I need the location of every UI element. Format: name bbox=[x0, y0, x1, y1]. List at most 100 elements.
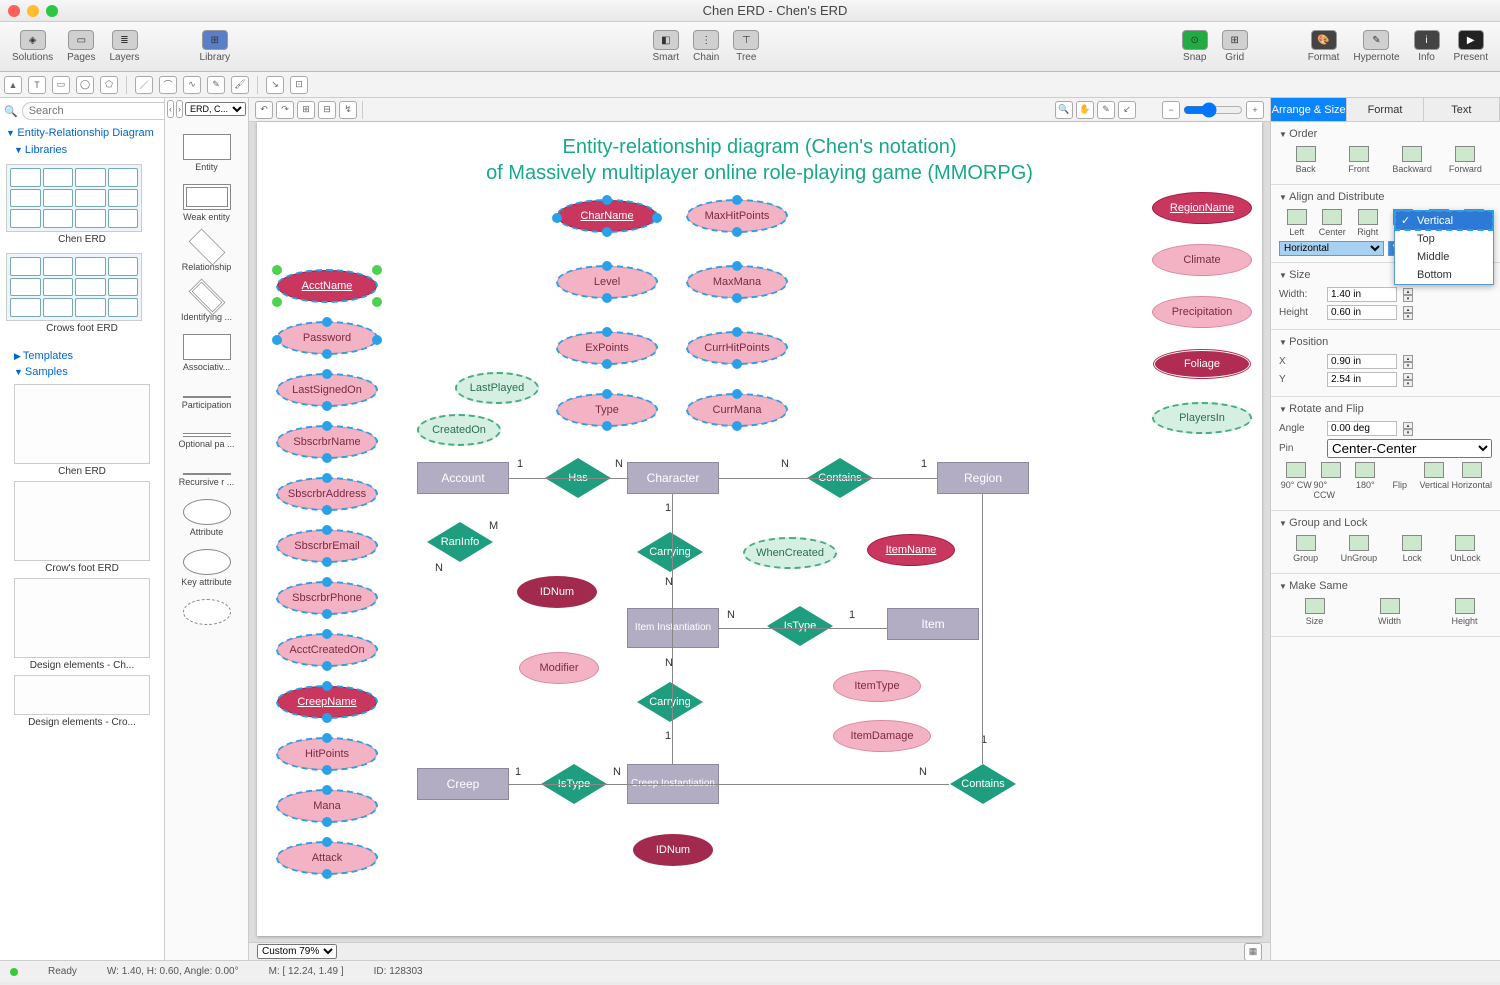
sb-heading-erd[interactable]: Entity-Relationship Diagram bbox=[0, 124, 164, 142]
spline-tool[interactable]: ∿ bbox=[183, 76, 201, 94]
undo-icon[interactable]: ↶ bbox=[255, 101, 273, 119]
tab-format[interactable]: Format bbox=[1347, 98, 1423, 121]
order-backward[interactable]: Backward bbox=[1386, 146, 1439, 174]
connector-tool[interactable]: ↘ bbox=[266, 76, 284, 94]
align-right[interactable]: Right bbox=[1350, 209, 1386, 237]
rel-istype-mid[interactable]: IsType bbox=[767, 606, 833, 646]
sec-group-head[interactable]: Group and Lock bbox=[1279, 517, 1492, 529]
attr-createdon[interactable]: CreatedOn bbox=[417, 414, 501, 446]
attr-sbscrbremail[interactable]: SbscrbrEmail bbox=[277, 530, 377, 562]
attr-maxhitpoints[interactable]: MaxHitPoints bbox=[687, 200, 787, 232]
dd-top[interactable]: Top bbox=[1395, 230, 1493, 248]
tb-format[interactable]: 🎨Format bbox=[1302, 28, 1346, 65]
close-icon[interactable] bbox=[8, 5, 20, 17]
sec-align-head[interactable]: Align and Distribute bbox=[1279, 191, 1492, 203]
shape-optional[interactable]: Optional pa ... bbox=[165, 416, 248, 455]
btn-group[interactable]: Group bbox=[1279, 535, 1332, 563]
rot-90ccw[interactable]: 90° CCW bbox=[1314, 462, 1349, 500]
tb-solutions[interactable]: ◈Solutions bbox=[6, 28, 59, 65]
input-height[interactable] bbox=[1327, 305, 1397, 320]
attr-mana[interactable]: Mana bbox=[277, 790, 377, 822]
attr-regionname[interactable]: RegionName bbox=[1152, 192, 1252, 224]
attr-creepname[interactable]: CreepName bbox=[277, 686, 377, 718]
prev-lib[interactable]: ‹ bbox=[167, 100, 174, 118]
input-width[interactable] bbox=[1327, 287, 1397, 302]
attr-climate[interactable]: Climate bbox=[1152, 244, 1252, 276]
tb-smart[interactable]: ◧Smart bbox=[647, 28, 686, 65]
drawing-canvas[interactable]: Entity-relationship diagram (Chen's nota… bbox=[257, 122, 1262, 936]
attr-sbscrbrname[interactable]: SbscrbrName bbox=[277, 426, 377, 458]
attr-password[interactable]: Password bbox=[277, 322, 377, 354]
align-center[interactable]: Center bbox=[1315, 209, 1351, 237]
attr-idnum-top[interactable]: IDNum bbox=[517, 576, 597, 608]
sec-order-head[interactable]: Order bbox=[1279, 128, 1492, 140]
input-angle[interactable] bbox=[1327, 421, 1397, 436]
attr-precipitation[interactable]: Precipitation bbox=[1152, 296, 1252, 328]
ent-item-inst[interactable]: Item Instantiation bbox=[627, 608, 719, 648]
tb-chain[interactable]: ⋮Chain bbox=[687, 28, 725, 65]
pen-tool[interactable]: ✎ bbox=[207, 76, 225, 94]
flip-v[interactable]: Vertical bbox=[1417, 462, 1452, 500]
sample-thumb[interactable] bbox=[14, 578, 150, 658]
poly-tool[interactable]: ⬠ bbox=[100, 76, 118, 94]
attr-charname[interactable]: CharName bbox=[557, 200, 657, 232]
sb-templates[interactable]: Templates bbox=[0, 348, 164, 364]
attr-hitpoints[interactable]: HitPoints bbox=[277, 738, 377, 770]
attr-expoints[interactable]: ExPoints bbox=[557, 332, 657, 364]
attr-playersin[interactable]: PlayersIn bbox=[1152, 402, 1252, 434]
rot-90cw[interactable]: 90° CW bbox=[1279, 462, 1314, 500]
attr-sbscrbraddress[interactable]: SbscrbrAddress bbox=[277, 478, 377, 510]
attr-attack[interactable]: Attack bbox=[277, 842, 377, 874]
arc-tool[interactable]: ⌒ bbox=[159, 76, 177, 94]
shape-participation[interactable]: Participation bbox=[165, 378, 248, 416]
sec-rotate-head[interactable]: Rotate and Flip bbox=[1279, 403, 1492, 415]
zoom-icon[interactable] bbox=[46, 5, 58, 17]
ent-account[interactable]: Account bbox=[417, 462, 509, 494]
shape-relationship[interactable]: Relationship bbox=[165, 228, 248, 278]
shape-entity[interactable]: Entity bbox=[165, 128, 248, 178]
attr-itemdamage[interactable]: ItemDamage bbox=[833, 720, 931, 752]
shape-identifying[interactable]: Identifying ... bbox=[165, 278, 248, 328]
attr-currmana[interactable]: CurrMana bbox=[687, 394, 787, 426]
ellipse-tool[interactable]: ◯ bbox=[76, 76, 94, 94]
rel-contains-bot[interactable]: Contains bbox=[950, 764, 1016, 804]
attr-itemname[interactable]: ItemName bbox=[867, 534, 955, 566]
attr-itemtype[interactable]: ItemType bbox=[833, 670, 921, 702]
angle-stepper[interactable]: ▴▾ bbox=[1403, 422, 1413, 436]
attr-type[interactable]: Type bbox=[557, 394, 657, 426]
width-stepper[interactable]: ▴▾ bbox=[1403, 288, 1413, 302]
distribute-h[interactable]: Horizontal bbox=[1279, 241, 1384, 256]
attr-maxmana[interactable]: MaxMana bbox=[687, 266, 787, 298]
same-height[interactable]: Height bbox=[1437, 598, 1492, 626]
shape-associative[interactable]: Associativ... bbox=[165, 328, 248, 378]
shape-recursive[interactable]: Recursive r ... bbox=[165, 455, 248, 493]
zoom-slider[interactable] bbox=[1183, 102, 1243, 118]
rect-tool[interactable]: ▭ bbox=[52, 76, 70, 94]
next-lib[interactable]: › bbox=[176, 100, 183, 118]
redo-icon[interactable]: ↷ bbox=[276, 101, 294, 119]
attr-lastplayed[interactable]: LastPlayed bbox=[455, 372, 539, 404]
sb-libraries[interactable]: Libraries bbox=[0, 142, 164, 158]
attr-currhitpoints[interactable]: CurrHitPoints bbox=[687, 332, 787, 364]
brush-tool[interactable]: 🖌 bbox=[231, 76, 249, 94]
x-stepper[interactable]: ▴▾ bbox=[1403, 355, 1413, 369]
order-forward[interactable]: Forward bbox=[1439, 146, 1492, 174]
tab-text[interactable]: Text bbox=[1424, 98, 1500, 121]
attr-sbscrbrphone[interactable]: SbscrbrPhone bbox=[277, 582, 377, 614]
zoom-in-icon[interactable]: + bbox=[1246, 101, 1264, 119]
input-y[interactable] bbox=[1327, 372, 1397, 387]
tb-pages[interactable]: ▭Pages bbox=[61, 28, 101, 65]
rel-raninfo[interactable]: RanInfo bbox=[427, 522, 493, 562]
tb-present[interactable]: ▶Present bbox=[1448, 28, 1494, 65]
search-input[interactable] bbox=[22, 102, 165, 120]
rot-180[interactable]: 180° bbox=[1348, 462, 1383, 500]
attr-acctname[interactable]: AcctName bbox=[277, 270, 377, 302]
input-x[interactable] bbox=[1327, 354, 1397, 369]
hand-tool-icon[interactable]: ✋ bbox=[1076, 101, 1094, 119]
attr-foliage[interactable]: Foliage bbox=[1152, 348, 1252, 380]
shape-weak-entity[interactable]: Weak entity bbox=[165, 178, 248, 228]
dd-vertical[interactable]: ✓Vertical bbox=[1395, 211, 1493, 230]
ent-creep[interactable]: Creep bbox=[417, 768, 509, 800]
btn-lock[interactable]: Lock bbox=[1386, 535, 1439, 563]
flip-h[interactable]: Horizontal bbox=[1452, 462, 1493, 500]
